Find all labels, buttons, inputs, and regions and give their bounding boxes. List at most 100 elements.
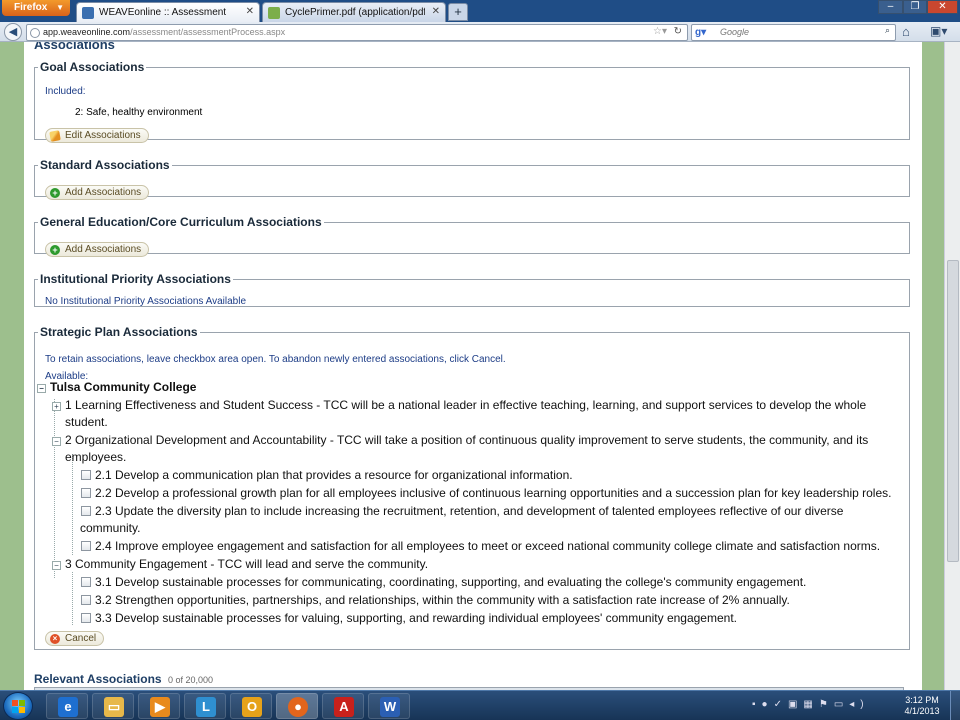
tree-leaf-3-1[interactable]: 3.1 Develop sustainable processes for co… [81, 574, 806, 591]
taskbar-clock[interactable]: 3:12 PM 4/1/2013 [900, 695, 944, 717]
close-icon[interactable]: ✕ [432, 6, 440, 17]
checkbox[interactable] [81, 595, 91, 605]
institutional-legend: Institutional Priority Associations [40, 272, 231, 286]
add-standard-associations-button[interactable]: + Add Associations [45, 185, 150, 200]
checkbox[interactable] [81, 470, 91, 480]
tree-leaf-label-continued: community. [80, 521, 141, 535]
tree-leaf-label: 3.2 Strengthen opportunities, partnershi… [95, 593, 790, 607]
globe-icon [30, 28, 40, 38]
tree-node-2[interactable]: −2 Organizational Development and Accoun… [52, 432, 902, 449]
cancel-button[interactable]: × Cancel [45, 631, 105, 646]
url-bar[interactable]: app.weaveonline.com/assessment/assessmen… [26, 24, 688, 41]
collapse-icon[interactable]: − [52, 561, 61, 570]
page-scrollbar[interactable] [944, 42, 960, 690]
tree-leaf-label: 2.3 Update the diversity plan to include… [95, 504, 844, 518]
left-gutter [0, 42, 24, 690]
taskbar-outlook-button[interactable]: O [230, 693, 272, 719]
tab-cycleprimer[interactable]: CyclePrimer.pdf (application/pdf Obj... … [262, 2, 446, 22]
tree-leaf-label: 2.2 Develop a professional growth plan f… [95, 486, 892, 500]
checkbox[interactable] [81, 506, 91, 516]
checkbox[interactable] [81, 577, 91, 587]
clock-date: 4/1/2013 [904, 706, 940, 716]
page-content: Associations Goal Associations Included:… [24, 42, 922, 690]
tree-leaf-2-2[interactable]: 2.2 Develop a professional growth plan f… [81, 485, 891, 502]
gened-associations-group: General Education/Core Curriculum Associ… [34, 215, 910, 257]
tree-leaf-2-4[interactable]: 2.4 Improve employee engagement and sati… [81, 538, 880, 555]
tree-leaf-2-3[interactable]: 2.3 Update the diversity plan to include… [81, 503, 843, 520]
back-button[interactable]: ◀ [4, 23, 22, 41]
cancel-x-icon: × [50, 633, 60, 644]
tree-leaf-label: 3.3 Develop sustainable processes for va… [95, 611, 737, 625]
taskbar-lync-button[interactable]: L [184, 693, 226, 719]
add-gened-associations-button[interactable]: + Add Associations [45, 242, 150, 257]
tree-leaf-3-2[interactable]: 3.2 Strengthen opportunities, partnershi… [81, 592, 790, 609]
tab-label: WEAVEonline :: Assessment [99, 7, 227, 18]
tree-root[interactable]: − Tulsa Community College [37, 379, 196, 396]
tab-label: CyclePrimer.pdf (application/pdf Obj... [285, 7, 425, 18]
folder-icon: ▭ [104, 697, 124, 717]
checkbox[interactable] [81, 488, 91, 498]
button-label: Cancel [65, 633, 97, 644]
strategic-note: To retain associations, leave checkbox a… [45, 354, 506, 365]
tree-root-label: Tulsa Community College [50, 380, 197, 394]
windows-logo-icon [12, 700, 25, 713]
tree-connector [54, 399, 55, 578]
checkbox[interactable] [81, 613, 91, 623]
button-label: Add Associations [65, 244, 142, 255]
tree-leaf-2-1[interactable]: 2.1 Develop a communication plan that pr… [81, 467, 573, 484]
tree-node-label-continued: employees. [65, 450, 127, 464]
tree-node-1[interactable]: +1 Learning Effectiveness and Student Su… [52, 397, 902, 414]
taskbar-explorer-button[interactable]: ▭ [92, 693, 134, 719]
close-icon[interactable]: ✕ [246, 6, 254, 17]
system-tray[interactable]: ▪●✓▣▦⚑▭◂) [752, 699, 870, 710]
tree-connector [72, 454, 73, 555]
relevant-count: 0 of 20,000 [167, 675, 213, 685]
google-icon: g▾ [695, 27, 707, 38]
new-tab-button[interactable]: + [448, 3, 468, 21]
collapse-icon[interactable]: − [37, 384, 46, 393]
tab-strip: Firefox ▼ WEAVEonline :: Assessment ✕ Cy… [0, 0, 960, 22]
firefox-menu-button[interactable]: Firefox ▼ [2, 0, 70, 16]
collapse-icon[interactable]: − [52, 437, 61, 446]
search-icon[interactable]: ⌕ [885, 25, 890, 36]
search-input[interactable]: g▾ Google ⌕ [691, 24, 896, 41]
weave-favicon-icon [82, 7, 94, 19]
tree-leaf-3-3[interactable]: 3.3 Develop sustainable processes for va… [81, 610, 737, 627]
goal-item: 2: Safe, healthy environment [75, 107, 203, 118]
standard-legend: Standard Associations [40, 158, 170, 172]
windows-taskbar: e ▭ ▶ L O ● A W ▪●✓▣▦⚑▭◂) 3:12 PM 4/1/20… [0, 690, 960, 720]
taskbar-media-button[interactable]: ▶ [138, 693, 180, 719]
tree-node-label-continued: student. [65, 415, 108, 429]
reload-icon[interactable]: ↻ [674, 26, 682, 37]
bookmark-star-icon[interactable]: ☆▾ [653, 26, 667, 37]
strategic-plan-group: Strategic Plan Associations To retain as… [34, 325, 910, 650]
standard-associations-group: Standard Associations + Add Associations [34, 158, 910, 200]
window-close-button[interactable]: ✕ [927, 0, 958, 14]
url-path: /assessment/assessmentProcess.aspx [130, 27, 286, 37]
goal-associations-group: Goal Associations Included: 2: Safe, hea… [34, 60, 910, 143]
navigation-toolbar: ◀ app.weaveonline.com/assessment/assessm… [0, 22, 960, 42]
show-desktop-button[interactable] [950, 691, 960, 720]
word-icon: W [380, 697, 400, 717]
tree-node-label: 3 Community Engagement - TCC will lead a… [65, 557, 429, 571]
relevant-title: Relevant Associations [34, 672, 162, 686]
button-label: Add Associations [65, 187, 142, 198]
tree-node-3[interactable]: −3 Community Engagement - TCC will lead … [52, 556, 428, 573]
maximize-button[interactable]: ❐ [903, 0, 927, 14]
toolbar-menu-icon[interactable]: ▣▾ [930, 24, 947, 38]
outlook-icon: O [242, 697, 262, 717]
edit-associations-button[interactable]: Edit Associations [45, 128, 149, 143]
checkbox[interactable] [81, 541, 91, 551]
taskbar-ie-button[interactable]: e [46, 693, 88, 719]
minimize-button[interactable]: – [878, 0, 903, 14]
taskbar-firefox-button[interactable]: ● [276, 693, 318, 719]
tab-weaveonline[interactable]: WEAVEonline :: Assessment ✕ [76, 2, 260, 22]
taskbar-acrobat-button[interactable]: A [322, 693, 364, 719]
start-button[interactable] [3, 692, 33, 720]
expand-icon[interactable]: + [52, 402, 61, 411]
relevant-associations-header: Relevant Associations 0 of 20,000 [34, 672, 213, 686]
taskbar-word-button[interactable]: W [368, 693, 410, 719]
scrollbar-thumb[interactable] [947, 260, 959, 562]
strategic-legend: Strategic Plan Associations [40, 325, 198, 339]
home-icon[interactable]: ⌂ [902, 24, 910, 39]
